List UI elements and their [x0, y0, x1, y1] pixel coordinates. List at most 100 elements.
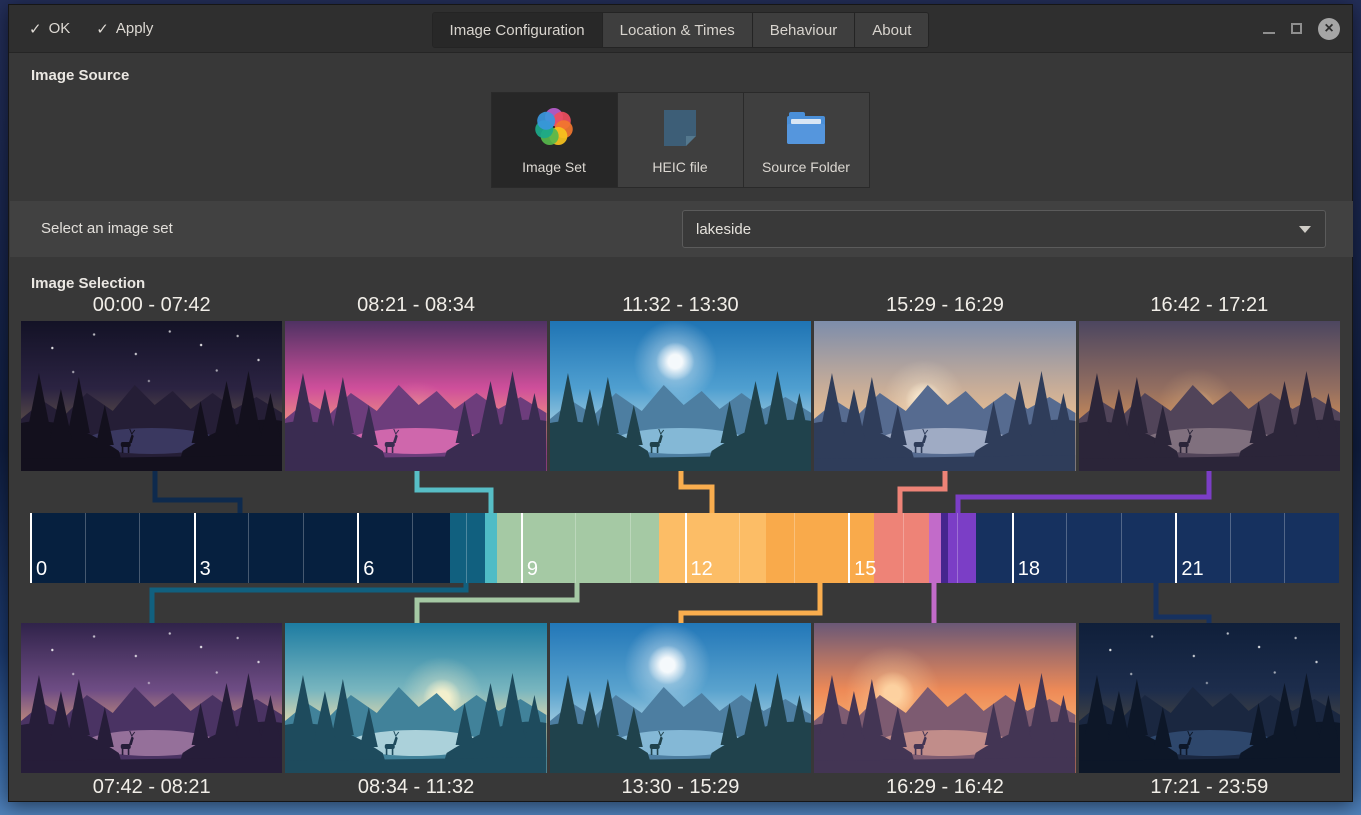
heic-file-button-label: HEIC file: [652, 159, 707, 175]
tab-behaviour[interactable]: Behaviour: [753, 13, 856, 47]
timeline-major-tick: [848, 513, 850, 583]
timeline-minor-tick: [1284, 513, 1285, 583]
bottom-thumbnail-row: [21, 623, 1340, 773]
tab-about[interactable]: About: [855, 13, 928, 47]
wallpaper-thumbnail-11-32-13-30[interactable]: [550, 321, 811, 471]
time-range-label: 07:42 - 08:21: [21, 776, 282, 799]
image-selection-heading: Image Selection: [31, 275, 145, 292]
timeline-minor-tick: [466, 513, 467, 583]
timeline-hour-label: 9: [527, 558, 538, 581]
timeline-major-tick: [357, 513, 359, 583]
wallpaper-thumbnail-08-34-11-32[interactable]: [285, 623, 546, 773]
timeline-bar[interactable]: 036912151821: [30, 513, 1339, 583]
time-range-label: 16:29 - 16:42: [814, 776, 1075, 799]
timeline-hour-label: 21: [1181, 558, 1203, 581]
wallpaper-thumbnail-17-21-23-59[interactable]: [1079, 623, 1340, 773]
image-set-select-row: Select an image set lakeside: [10, 201, 1353, 257]
timeline-hour-label: 18: [1018, 558, 1040, 581]
timeline-major-tick: [30, 513, 32, 583]
close-icon[interactable]: ×: [1318, 18, 1340, 40]
timeline-major-tick: [1175, 513, 1177, 583]
timeline-major-tick: [685, 513, 687, 583]
time-range-label: 17:21 - 23:59: [1079, 776, 1340, 799]
pinwheel-icon: [530, 105, 578, 151]
lakeside-scene: [1079, 623, 1340, 773]
lakeside-scene: [1079, 321, 1340, 471]
timeline-hour-label: 12: [691, 558, 713, 581]
tab-location-times[interactable]: Location & Times: [603, 13, 753, 47]
ok-button[interactable]: ✓ OK: [29, 20, 70, 38]
time-range-label: 13:30 - 15:29: [550, 776, 811, 799]
top-thumbnail-row: [21, 321, 1340, 471]
tab-image-configuration[interactable]: Image Configuration: [433, 13, 603, 47]
timeline-segment-16-42-17-21[interactable]: [941, 513, 976, 583]
wallpaper-thumbnail-00-00-07-42[interactable]: [21, 321, 282, 471]
time-range-label: 15:29 - 16:29: [814, 294, 1075, 317]
time-range-label: 08:21 - 08:34: [285, 294, 546, 317]
wallpaper-thumbnail-16-42-17-21[interactable]: [1079, 321, 1340, 471]
tab-bar: Image ConfigurationLocation & TimesBehav…: [432, 12, 930, 48]
maximize-icon[interactable]: [1291, 23, 1302, 34]
timeline-minor-tick: [1230, 513, 1231, 583]
source-folder-button-label: Source Folder: [762, 159, 850, 175]
lakeside-scene: [21, 623, 282, 773]
wallpaper-thumbnail-07-42-08-21[interactable]: [21, 623, 282, 773]
select-image-set-label: Select an image set: [41, 220, 173, 237]
timeline-minor-tick: [412, 513, 413, 583]
timeline-hour-label: 0: [36, 558, 47, 581]
time-range-label: 08:34 - 11:32: [285, 776, 546, 799]
time-range-label: 00:00 - 07:42: [21, 294, 282, 317]
timeline-hour-label: 15: [854, 558, 876, 581]
timeline-segment-00-00-07-42[interactable]: [30, 513, 450, 583]
wallpaper-thumbnail-16-29-16-42[interactable]: [814, 623, 1075, 773]
image-set-dropdown-value: lakeside: [683, 221, 751, 238]
timeline-major-tick: [1012, 513, 1014, 583]
wallpaper-thumbnail-15-29-16-29[interactable]: [814, 321, 1075, 471]
timeline-hour-label: 6: [363, 558, 374, 581]
timeline-major-tick: [194, 513, 196, 583]
ok-button-label: OK: [49, 20, 71, 37]
lakeside-scene: [814, 623, 1075, 773]
bottom-time-labels: 07:42 - 08:2108:34 - 11:3213:30 - 15:291…: [21, 776, 1340, 799]
time-range-label: 16:42 - 17:21: [1079, 294, 1340, 317]
timeline-minor-tick: [85, 513, 86, 583]
source-folder-button[interactable]: Source Folder: [743, 92, 870, 188]
timeline-segment-16-29-16-42[interactable]: [929, 513, 941, 583]
timeline-minor-tick: [1121, 513, 1122, 583]
minimize-icon[interactable]: [1263, 32, 1275, 34]
folder-icon: [782, 105, 830, 151]
timeline-minor-tick: [957, 513, 958, 583]
top-time-labels: 00:00 - 07:4208:21 - 08:3411:32 - 13:301…: [21, 294, 1340, 317]
timeline-minor-tick: [739, 513, 740, 583]
lakeside-scene: [814, 321, 1075, 471]
apply-button[interactable]: ✓ Apply: [96, 20, 153, 38]
wallpaper-thumbnail-13-30-15-29[interactable]: [550, 623, 811, 773]
timeline-minor-tick: [575, 513, 576, 583]
timeline-minor-tick: [903, 513, 904, 583]
timeline-segment-07-42-08-21[interactable]: [450, 513, 485, 583]
lakeside-scene: [21, 321, 282, 471]
wallpaper-thumbnail-08-21-08-34[interactable]: [285, 321, 546, 471]
lakeside-scene: [285, 623, 546, 773]
time-range-label: 11:32 - 13:30: [550, 294, 811, 317]
timeline-minor-tick: [630, 513, 631, 583]
timeline-segment-08-21-08-34[interactable]: [485, 513, 497, 583]
lakeside-scene: [285, 321, 546, 471]
lakeside-scene: [550, 623, 811, 773]
timeline-minor-tick: [1066, 513, 1067, 583]
image-set-dropdown[interactable]: lakeside: [682, 210, 1326, 248]
apply-button-label: Apply: [116, 20, 154, 37]
image-set-button-label: Image Set: [522, 159, 586, 175]
timeline-minor-tick: [303, 513, 304, 583]
timeline-major-tick: [521, 513, 523, 583]
timeline-segment-15-29-16-29[interactable]: [874, 513, 929, 583]
heic-file-button[interactable]: HEIC file: [617, 92, 744, 188]
image-set-button[interactable]: Image Set: [491, 92, 618, 188]
desktop-background: { "titlebar": { "ok_label": "OK", "apply…: [0, 0, 1361, 815]
heic-file-icon: [656, 105, 704, 151]
check-icon: ✓: [29, 20, 42, 38]
titlebar: ✓ OK ✓ Apply Image ConfigurationLocation…: [9, 5, 1352, 53]
source-type-buttons: Image Set HEIC file Source Folder: [9, 92, 1352, 188]
timeline-minor-tick: [794, 513, 795, 583]
timeline-minor-tick: [248, 513, 249, 583]
